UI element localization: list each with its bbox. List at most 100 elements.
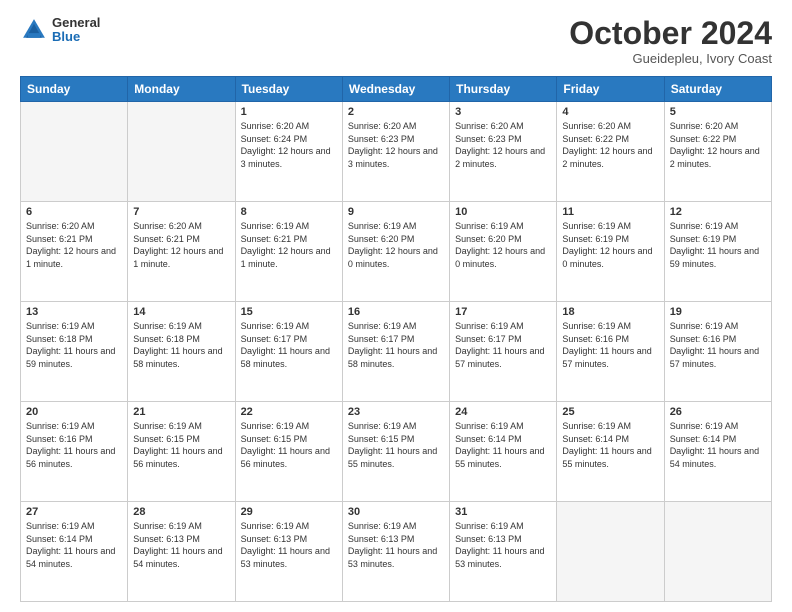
- day-info: Sunrise: 6:19 AMSunset: 6:13 PMDaylight:…: [455, 520, 551, 570]
- day-number: 31: [455, 506, 551, 518]
- day-info: Sunrise: 6:19 AMSunset: 6:19 PMDaylight:…: [670, 220, 766, 270]
- day-number: 28: [133, 506, 229, 518]
- day-number: 12: [670, 206, 766, 218]
- day-number: 11: [562, 206, 658, 218]
- day-info: Sunrise: 6:19 AMSunset: 6:21 PMDaylight:…: [241, 220, 337, 270]
- day-number: 24: [455, 406, 551, 418]
- day-info: Sunrise: 6:20 AMSunset: 6:22 PMDaylight:…: [562, 120, 658, 170]
- day-cell: 15 Sunrise: 6:19 AMSunset: 6:17 PMDayligh…: [235, 302, 342, 402]
- day-cell: 23Sunrise: 6:19 AMSunset: 6:15 PMDayligh…: [342, 402, 449, 502]
- day-info: Sunrise: 6:20 AMSunset: 6:22 PMDaylight:…: [670, 120, 766, 170]
- day-cell: 3 Sunrise: 6:20 AMSunset: 6:23 PMDaylight…: [450, 102, 557, 202]
- col-friday: Friday: [557, 77, 664, 102]
- logo-text: General Blue: [52, 16, 100, 45]
- day-cell: 30 Sunrise: 6:19 AMSunset: 6:13 PMDayligh…: [342, 502, 449, 602]
- calendar-table: Sunday Monday Tuesday Wednesday Thursday…: [20, 76, 772, 602]
- col-thursday: Thursday: [450, 77, 557, 102]
- day-cell: 6 Sunrise: 6:20 AMSunset: 6:21 PMDaylight…: [21, 202, 128, 302]
- day-info: Sunrise: 6:19 AMSunset: 6:16 PMDaylight:…: [26, 420, 122, 470]
- day-info: Sunrise: 6:20 AMSunset: 6:21 PMDaylight:…: [26, 220, 122, 270]
- day-info: Sunrise: 6:19 AMSunset: 6:15 PMDaylight:…: [348, 420, 444, 470]
- day-cell: 24 Sunrise: 6:19 AMSunset: 6:14 PMDayligh…: [450, 402, 557, 502]
- day-number: 10: [455, 206, 551, 218]
- week-row-4: 20 Sunrise: 6:19 AMSunset: 6:16 PMDayligh…: [21, 402, 772, 502]
- col-monday: Monday: [128, 77, 235, 102]
- day-info: Sunrise: 6:19 AMSunset: 6:15 PMDaylight:…: [133, 420, 229, 470]
- day-number: 21: [133, 406, 229, 418]
- col-wednesday: Wednesday: [342, 77, 449, 102]
- logo-icon: [20, 16, 48, 44]
- day-number: 1: [241, 106, 337, 118]
- day-number: 8: [241, 206, 337, 218]
- day-info: Sunrise: 6:20 AMSunset: 6:23 PMDaylight:…: [455, 120, 551, 170]
- day-number: 15: [241, 306, 337, 318]
- day-info: Sunrise: 6:19 AMSunset: 6:20 PMDaylight:…: [455, 220, 551, 270]
- day-info: Sunrise: 6:20 AMSunset: 6:23 PMDaylight:…: [348, 120, 444, 170]
- day-info: Sunrise: 6:19 AMSunset: 6:20 PMDaylight:…: [348, 220, 444, 270]
- day-info: Sunrise: 6:19 AMSunset: 6:19 PMDaylight:…: [562, 220, 658, 270]
- day-number: 14: [133, 306, 229, 318]
- day-number: 16: [348, 306, 444, 318]
- day-cell: 8 Sunrise: 6:19 AMSunset: 6:21 PMDaylight…: [235, 202, 342, 302]
- day-info: Sunrise: 6:19 AMSunset: 6:14 PMDaylight:…: [26, 520, 122, 570]
- day-cell: 1 Sunrise: 6:20 AMSunset: 6:24 PMDaylight…: [235, 102, 342, 202]
- day-info: Sunrise: 6:19 AMSunset: 6:15 PMDaylight:…: [241, 420, 337, 470]
- day-number: 30: [348, 506, 444, 518]
- day-number: 29: [241, 506, 337, 518]
- day-info: Sunrise: 6:19 AMSunset: 6:16 PMDaylight:…: [670, 320, 766, 370]
- day-number: 7: [133, 206, 229, 218]
- day-number: 17: [455, 306, 551, 318]
- day-number: 5: [670, 106, 766, 118]
- day-info: Sunrise: 6:19 AMSunset: 6:17 PMDaylight:…: [455, 320, 551, 370]
- day-cell: 10 Sunrise: 6:19 AMSunset: 6:20 PMDayligh…: [450, 202, 557, 302]
- day-cell: 12 Sunrise: 6:19 AMSunset: 6:19 PMDayligh…: [664, 202, 771, 302]
- day-number: 18: [562, 306, 658, 318]
- header-row: Sunday Monday Tuesday Wednesday Thursday…: [21, 77, 772, 102]
- header: General Blue October 2024 Gueidepleu, Iv…: [20, 16, 772, 66]
- day-cell: 25Sunrise: 6:19 AMSunset: 6:14 PMDayligh…: [557, 402, 664, 502]
- logo: General Blue: [20, 16, 100, 45]
- day-cell: 11 Sunrise: 6:19 AMSunset: 6:19 PMDayligh…: [557, 202, 664, 302]
- day-cell: [21, 102, 128, 202]
- col-sunday: Sunday: [21, 77, 128, 102]
- day-number: 25: [562, 406, 658, 418]
- day-number: 4: [562, 106, 658, 118]
- day-number: 27: [26, 506, 122, 518]
- day-cell: 16Sunrise: 6:19 AMSunset: 6:17 PMDayligh…: [342, 302, 449, 402]
- col-tuesday: Tuesday: [235, 77, 342, 102]
- location: Gueidepleu, Ivory Coast: [569, 51, 772, 66]
- day-number: 3: [455, 106, 551, 118]
- day-cell: 18 Sunrise: 6:19 AMSunset: 6:16 PMDayligh…: [557, 302, 664, 402]
- day-cell: 4 Sunrise: 6:20 AMSunset: 6:22 PMDaylight…: [557, 102, 664, 202]
- day-number: 6: [26, 206, 122, 218]
- day-cell: 26Sunrise: 6:19 AMSunset: 6:14 PMDayligh…: [664, 402, 771, 502]
- day-info: Sunrise: 6:20 AMSunset: 6:24 PMDaylight:…: [241, 120, 337, 170]
- month-title: October 2024: [569, 16, 772, 51]
- day-number: 22: [241, 406, 337, 418]
- day-cell: 9Sunrise: 6:19 AMSunset: 6:20 PMDaylight…: [342, 202, 449, 302]
- day-number: 20: [26, 406, 122, 418]
- day-cell: 17 Sunrise: 6:19 AMSunset: 6:17 PMDayligh…: [450, 302, 557, 402]
- logo-general-text: General: [52, 16, 100, 30]
- day-cell: 22 Sunrise: 6:19 AMSunset: 6:15 PMDayligh…: [235, 402, 342, 502]
- day-cell: 29Sunrise: 6:19 AMSunset: 6:13 PMDayligh…: [235, 502, 342, 602]
- day-info: Sunrise: 6:19 AMSunset: 6:16 PMDaylight:…: [562, 320, 658, 370]
- day-cell: 5 Sunrise: 6:20 AMSunset: 6:22 PMDaylight…: [664, 102, 771, 202]
- day-cell: 31 Sunrise: 6:19 AMSunset: 6:13 PMDayligh…: [450, 502, 557, 602]
- day-cell: 7Sunrise: 6:20 AMSunset: 6:21 PMDaylight…: [128, 202, 235, 302]
- day-number: 19: [670, 306, 766, 318]
- week-row-2: 6 Sunrise: 6:20 AMSunset: 6:21 PMDaylight…: [21, 202, 772, 302]
- day-info: Sunrise: 6:19 AMSunset: 6:17 PMDaylight:…: [241, 320, 337, 370]
- day-cell: 27 Sunrise: 6:19 AMSunset: 6:14 PMDayligh…: [21, 502, 128, 602]
- day-info: Sunrise: 6:19 AMSunset: 6:13 PMDaylight:…: [348, 520, 444, 570]
- day-cell: [557, 502, 664, 602]
- day-cell: 13Sunrise: 6:19 AMSunset: 6:18 PMDayligh…: [21, 302, 128, 402]
- day-number: 13: [26, 306, 122, 318]
- day-cell: [664, 502, 771, 602]
- day-info: Sunrise: 6:19 AMSunset: 6:13 PMDaylight:…: [133, 520, 229, 570]
- col-saturday: Saturday: [664, 77, 771, 102]
- day-info: Sunrise: 6:19 AMSunset: 6:18 PMDaylight:…: [133, 320, 229, 370]
- day-cell: 19 Sunrise: 6:19 AMSunset: 6:16 PMDayligh…: [664, 302, 771, 402]
- week-row-1: 1 Sunrise: 6:20 AMSunset: 6:24 PMDaylight…: [21, 102, 772, 202]
- day-info: Sunrise: 6:19 AMSunset: 6:14 PMDaylight:…: [455, 420, 551, 470]
